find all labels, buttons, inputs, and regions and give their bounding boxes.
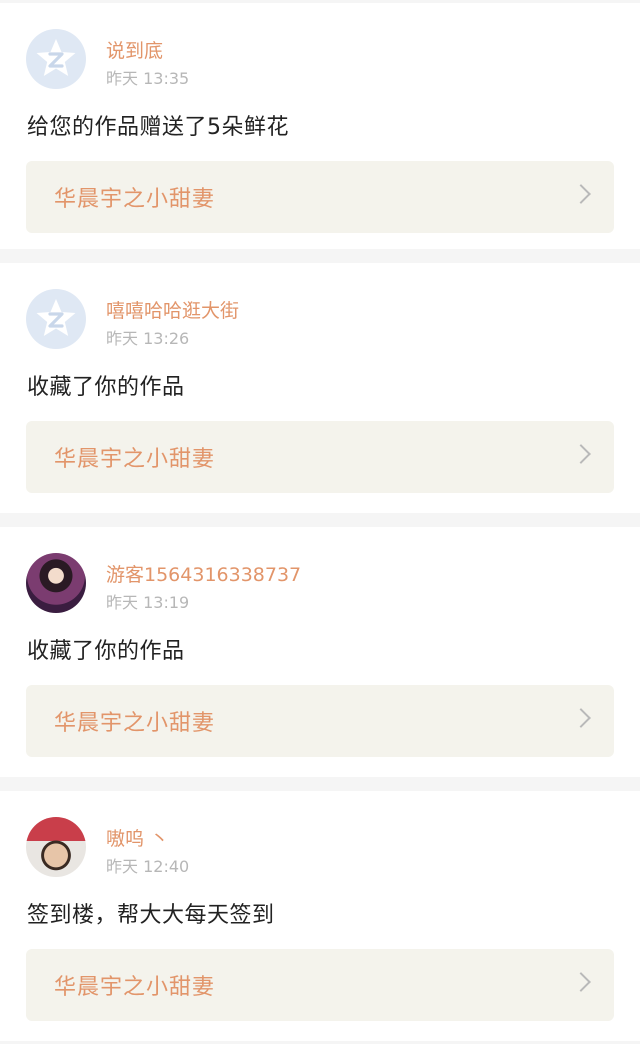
timestamp: 昨天 12:40 — [106, 857, 190, 876]
user-name[interactable]: 游客1564316338737 — [106, 563, 301, 587]
chevron-right-icon — [571, 444, 591, 464]
notification-message: 签到楼，帮大大每天签到 — [27, 903, 275, 928]
chevron-right-icon — [571, 708, 591, 728]
user-name[interactable]: 说到底 — [106, 39, 163, 63]
work-title: 华晨宇之小甜妻 — [54, 187, 216, 212]
work-title: 华晨宇之小甜妻 — [54, 711, 216, 736]
default-avatar-icon[interactable] — [26, 29, 86, 89]
notification-feed: 说到底 昨天 13:35 给您的作品赠送了5朵鲜花 华晨宇之小甜妻 嘻嘻哈哈逛大… — [0, 3, 640, 1041]
work-link-card[interactable]: 华晨宇之小甜妻 — [26, 161, 614, 233]
work-link-card[interactable]: 华晨宇之小甜妻 — [26, 421, 614, 493]
notification-card: 游客1564316338737 昨天 13:19 收藏了你的作品 华晨宇之小甜妻 — [0, 527, 640, 777]
notification-message: 收藏了你的作品 — [27, 639, 185, 664]
notification-card: 嘻嘻哈哈逛大街 昨天 13:26 收藏了你的作品 华晨宇之小甜妻 — [0, 263, 640, 513]
star-z-icon — [36, 299, 76, 336]
user-avatar[interactable] — [26, 553, 86, 613]
timestamp: 昨天 13:26 — [106, 329, 190, 348]
notification-message: 给您的作品赠送了5朵鲜花 — [27, 115, 289, 140]
user-name[interactable]: 嘻嘻哈哈逛大街 — [106, 299, 239, 323]
timestamp: 昨天 13:19 — [106, 593, 190, 612]
notification-message: 收藏了你的作品 — [27, 375, 185, 400]
user-avatar[interactable] — [26, 817, 86, 877]
notification-card: 说到底 昨天 13:35 给您的作品赠送了5朵鲜花 华晨宇之小甜妻 — [0, 3, 640, 249]
work-link-card[interactable]: 华晨宇之小甜妻 — [26, 685, 614, 757]
work-title: 华晨宇之小甜妻 — [54, 447, 216, 472]
default-avatar-icon[interactable] — [26, 289, 86, 349]
star-z-icon — [36, 39, 76, 76]
chevron-right-icon — [571, 972, 591, 992]
work-title: 华晨宇之小甜妻 — [54, 975, 216, 1000]
notification-card: 嗷呜 丶 昨天 12:40 签到楼，帮大大每天签到 华晨宇之小甜妻 — [0, 791, 640, 1041]
timestamp: 昨天 13:35 — [106, 69, 190, 88]
user-name[interactable]: 嗷呜 丶 — [106, 827, 169, 851]
work-link-card[interactable]: 华晨宇之小甜妻 — [26, 949, 614, 1021]
chevron-right-icon — [571, 184, 591, 204]
